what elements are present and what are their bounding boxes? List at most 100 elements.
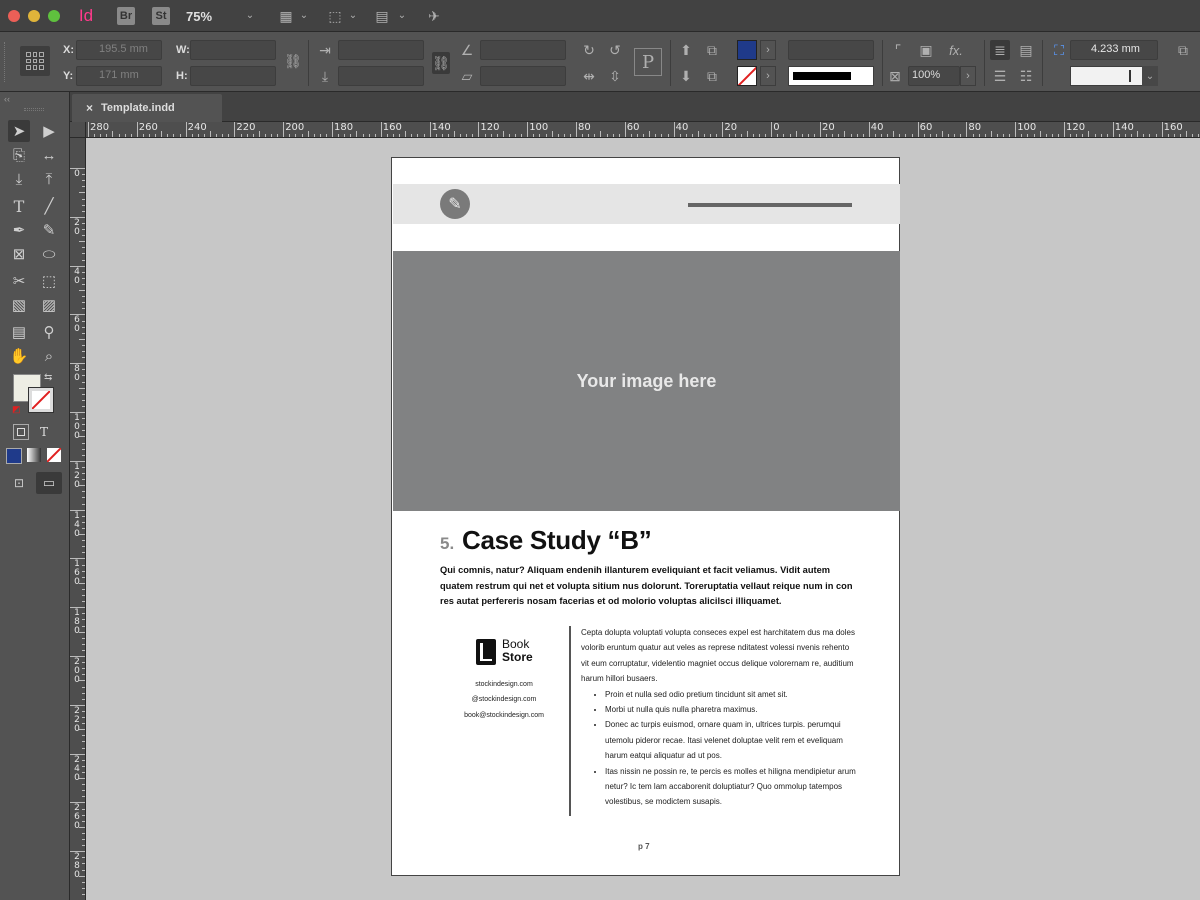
- flip-horizontal-icon[interactable]: ⇹: [580, 66, 598, 86]
- select-previous-icon[interactable]: ⧉: [702, 40, 722, 60]
- bridge-button[interactable]: Br: [117, 7, 135, 25]
- select-content-icon[interactable]: ⬇: [676, 66, 696, 86]
- opacity-menu-icon[interactable]: ›: [960, 66, 976, 86]
- apply-color-icon[interactable]: [6, 448, 22, 464]
- reference-point-icon[interactable]: [20, 46, 50, 76]
- pencil-tool-icon[interactable]: ✎: [38, 219, 60, 241]
- wrap-jump-icon[interactable]: ☰: [990, 66, 1010, 86]
- note-tool-icon[interactable]: ▤: [8, 321, 30, 343]
- ruler-label: 260: [138, 122, 158, 133]
- paragraph-p-icon[interactable]: P: [634, 48, 662, 76]
- view-options-icon[interactable]: ▦: [276, 7, 296, 25]
- screen-mode-dropdown-icon[interactable]: ⌄: [347, 8, 359, 22]
- gradient-feather-tool-icon[interactable]: ▨: [38, 294, 60, 316]
- x-position-field[interactable]: 195.5 mm: [76, 40, 162, 60]
- ruler-label: 40: [870, 122, 884, 133]
- image-placeholder-frame[interactable]: Your image here: [393, 251, 900, 511]
- scissors-tool-icon[interactable]: ✂: [8, 270, 30, 292]
- document-page[interactable]: ✎ Your image here 5. Case Study “B” Qui …: [391, 157, 900, 876]
- zoom-window-button[interactable]: [48, 10, 60, 22]
- screen-mode-icon[interactable]: ▭: [36, 472, 62, 494]
- drop-shadow-icon[interactable]: ▣: [916, 40, 936, 60]
- panel-menu-icon[interactable]: ⧉: [1172, 40, 1194, 60]
- effects-fx-icon[interactable]: fx.: [944, 40, 968, 60]
- rotation-angle-field[interactable]: [480, 40, 566, 60]
- height-field[interactable]: [190, 66, 276, 86]
- gap-field[interactable]: 4.233 mm: [1070, 40, 1158, 60]
- fill-color-swatch[interactable]: [737, 40, 757, 60]
- scale-y-field[interactable]: [338, 66, 424, 86]
- formatting-container-icon[interactable]: [13, 424, 29, 440]
- gap-tool-icon[interactable]: ↔: [38, 144, 60, 166]
- width-field[interactable]: [190, 40, 276, 60]
- ruler-origin[interactable]: [70, 122, 86, 138]
- rotate-clockwise-icon[interactable]: ↻: [580, 40, 598, 60]
- rectangle-frame-tool-icon[interactable]: ⊠: [8, 243, 30, 265]
- close-tab-icon[interactable]: ×: [86, 101, 93, 115]
- minimize-window-button[interactable]: [28, 10, 40, 22]
- vertical-ruler[interactable]: 0 20 40 60 80 100 120 140 160 180 200 220 240 260 280: [70, 138, 86, 900]
- default-colors-icon[interactable]: ◩: [12, 404, 21, 415]
- ellipse-tool-icon[interactable]: ⬭: [38, 243, 60, 265]
- stroke-type-select[interactable]: [788, 66, 874, 86]
- horizontal-ruler[interactable]: 280 260 240 220 200 180 160 140 120 100 80 60 40 20 0 2…: [86, 122, 1200, 138]
- constrain-scale-icon[interactable]: ⛓: [432, 52, 450, 74]
- wrap-around-icon[interactable]: ▤: [1016, 40, 1036, 60]
- panel-grip[interactable]: [24, 108, 44, 111]
- direct-selection-tool-icon[interactable]: ▶: [38, 120, 60, 142]
- view-options-dropdown-icon[interactable]: ⌄: [298, 8, 310, 22]
- y-position-field[interactable]: 171 mm: [76, 66, 162, 86]
- fill-menu-icon[interactable]: ›: [760, 40, 776, 60]
- eyedropper-tool-icon[interactable]: ⚲: [38, 321, 60, 343]
- zoom-level[interactable]: 75%: [186, 9, 212, 24]
- ruler-label: 80: [74, 364, 80, 384]
- content-collector-icon[interactable]: ⤓: [8, 168, 30, 190]
- zoom-tool-icon[interactable]: ⌕: [38, 345, 60, 367]
- rotate-counterclockwise-icon[interactable]: ↺: [606, 40, 624, 60]
- stroke-weight-field[interactable]: [788, 40, 874, 60]
- formatting-text-icon[interactable]: T: [40, 425, 48, 439]
- close-window-button[interactable]: [8, 10, 20, 22]
- collapse-panel-icon[interactable]: ‹‹: [4, 94, 10, 104]
- ruler-label: 140: [1114, 122, 1134, 133]
- select-next-icon[interactable]: ⧉: [702, 66, 722, 86]
- wrap-next-column-icon[interactable]: ☷: [1016, 66, 1036, 86]
- select-container-icon[interactable]: ⬆: [676, 40, 696, 60]
- auto-fit-icon[interactable]: ⛶: [1050, 40, 1068, 60]
- screen-mode-icon[interactable]: ⬚: [325, 7, 345, 25]
- type-tool-icon[interactable]: T: [8, 195, 30, 217]
- apply-gradient-icon[interactable]: [27, 448, 41, 462]
- document-tab[interactable]: × Template.indd: [72, 94, 222, 122]
- zoom-dropdown-icon[interactable]: ⌄: [243, 8, 257, 22]
- stroke-none-swatch[interactable]: [737, 66, 757, 86]
- wrap-text-icon[interactable]: ≣: [990, 40, 1010, 60]
- hand-tool-icon[interactable]: ✋: [8, 345, 30, 367]
- swap-colors-icon[interactable]: ⇆: [44, 372, 52, 383]
- flip-vertical-icon[interactable]: ⇳: [606, 66, 624, 86]
- ruler-minor-tick: [405, 131, 407, 137]
- scale-x-field[interactable]: [338, 40, 424, 60]
- panel-grip[interactable]: [4, 42, 7, 82]
- page-tool-icon[interactable]: ⎘: [8, 144, 30, 166]
- free-transform-tool-icon[interactable]: ⬚: [38, 270, 60, 292]
- publish-online-icon[interactable]: ✈: [423, 6, 445, 26]
- opacity-field[interactable]: 100%: [908, 66, 960, 86]
- ruler-label: 160: [382, 122, 402, 133]
- shear-angle-field[interactable]: [480, 66, 566, 86]
- stroke-swatch[interactable]: [28, 387, 54, 413]
- corner-options-icon[interactable]: ⌜: [888, 40, 908, 60]
- stroke-menu-icon[interactable]: ›: [760, 66, 776, 86]
- frame-style-dropdown-icon[interactable]: ⌄: [1142, 66, 1158, 86]
- line-tool-icon[interactable]: ╱: [38, 195, 60, 217]
- constrain-proportions-icon[interactable]: ⛓: [284, 52, 302, 70]
- content-placer-icon[interactable]: ⤒: [38, 168, 60, 190]
- gradient-swatch-tool-icon[interactable]: ▧: [8, 294, 30, 316]
- apply-none-icon[interactable]: [47, 448, 61, 462]
- ruler-label: 60: [626, 122, 640, 133]
- selection-tool-icon[interactable]: ➤: [8, 120, 30, 142]
- pen-tool-icon[interactable]: ✒: [8, 219, 30, 241]
- normal-view-icon[interactable]: ⊡: [8, 472, 30, 494]
- arrange-documents-icon[interactable]: ▤: [372, 7, 392, 25]
- stock-button[interactable]: St: [152, 7, 170, 25]
- arrange-dropdown-icon[interactable]: ⌄: [396, 8, 408, 22]
